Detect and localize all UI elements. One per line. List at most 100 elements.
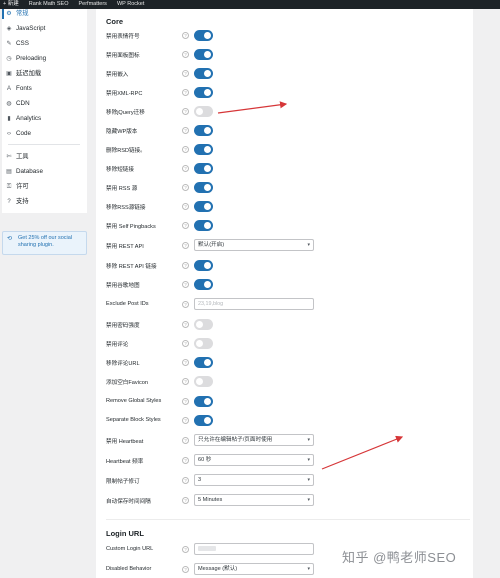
exclude-post-ids-input[interactable]: 23,19,blog <box>194 298 314 310</box>
sidebar-item-lazy-load[interactable]: ▣ 延迟加载 <box>2 67 87 81</box>
sidebar-item-label: Analytics <box>16 115 42 122</box>
disable-password-strength-toggle[interactable] <box>194 319 213 330</box>
sidebar-item-code[interactable]: ‹› Code <box>2 127 87 141</box>
help-icon[interactable]: ? <box>182 146 189 153</box>
remove-rss-feed-links-toggle[interactable] <box>194 201 213 212</box>
sidebar-divider <box>8 144 80 145</box>
help-icon[interactable]: ? <box>182 457 189 464</box>
setting-row: 禁用 RSS 源 ? <box>96 179 473 197</box>
help-icon[interactable]: ? <box>182 70 189 77</box>
setting-label: 禁用面板图标 <box>106 53 140 59</box>
remove-jquery-migrate-toggle[interactable] <box>194 106 213 117</box>
disable-rest-api-select[interactable]: 默认(开启) ▾ <box>194 239 314 251</box>
image-icon: ▣ <box>6 71 12 77</box>
setting-row: 禁用 Self Pingbacks ? <box>96 217 473 235</box>
disable-emojis-toggle[interactable] <box>194 30 213 41</box>
autosave-interval-select[interactable]: 5 Minutes ▾ <box>194 494 314 506</box>
setting-row: 禁用XML-RPC ? <box>96 84 473 102</box>
setting-label: Exclude Post IDs <box>106 301 149 307</box>
disable-heartbeat-select[interactable]: 只允许在编辑帖子/页面时使用 ▾ <box>194 434 314 446</box>
help-icon[interactable]: ? <box>182 165 189 172</box>
help-icon[interactable]: ? <box>182 262 189 269</box>
heartbeat-frequency-select[interactable]: 60 秒 ▾ <box>194 454 314 466</box>
help-icon[interactable]: ? <box>182 51 189 58</box>
setting-label: 移除短链接 <box>106 167 134 173</box>
disable-embeds-toggle[interactable] <box>194 68 213 79</box>
chevron-down-icon: ▾ <box>307 566 310 572</box>
setting-label: 删除RSD链接。 <box>106 148 146 154</box>
disable-rss-feeds-toggle[interactable] <box>194 182 213 193</box>
help-icon[interactable]: ? <box>182 108 189 115</box>
setting-label: 禁用 REST API <box>106 244 144 250</box>
help-icon[interactable]: ? <box>182 184 189 191</box>
select-value: 5 Minutes <box>198 497 223 503</box>
help-icon[interactable]: ? <box>182 546 189 553</box>
disable-comments-toggle[interactable] <box>194 338 213 349</box>
setting-label: Custom Login URL <box>106 546 154 552</box>
help-icon[interactable]: ? <box>182 359 189 366</box>
help-icon[interactable]: ? <box>182 301 189 308</box>
help-icon[interactable]: ? <box>182 242 189 249</box>
setting-row: 禁用评论 ? <box>96 335 473 353</box>
remove-rsd-link-toggle[interactable] <box>194 144 213 155</box>
setting-label: 禁用XML-RPC <box>106 91 143 97</box>
setting-row: 移除短链接 ? <box>96 160 473 178</box>
disable-google-maps-toggle[interactable] <box>194 279 213 290</box>
sidebar-item-preloading[interactable]: ◷ Preloading <box>2 52 87 66</box>
help-icon[interactable]: ? <box>182 340 189 347</box>
help-icon[interactable]: ? <box>182 281 189 288</box>
promo-banner[interactable]: ⟲ Get 25% off our social sharing plugin. <box>2 231 87 255</box>
disable-xmlrpc-toggle[interactable] <box>194 87 213 98</box>
help-icon[interactable]: ? <box>182 437 189 444</box>
remove-shortlink-toggle[interactable] <box>194 163 213 174</box>
setting-label: 自动保存时间间隔 <box>106 499 151 505</box>
select-value: 只允许在编辑帖子/页面时使用 <box>198 437 273 443</box>
disable-self-pingbacks-toggle[interactable] <box>194 220 213 231</box>
help-icon[interactable]: ? <box>182 127 189 134</box>
section-title-core: Core <box>106 17 124 26</box>
sidebar-item-javascript[interactable]: ◈ JavaScript <box>2 22 87 36</box>
help-icon[interactable]: ? <box>182 32 189 39</box>
disabled-behavior-select[interactable]: Message (默认) ▾ <box>194 563 314 575</box>
help-icon[interactable]: ? <box>182 89 189 96</box>
sidebar-item-css[interactable]: ✎ CSS <box>2 37 87 51</box>
help-icon[interactable]: ? <box>182 398 189 405</box>
admin-bar-wp-rocket[interactable]: WP Rocket <box>117 0 144 9</box>
help-icon[interactable]: ? <box>182 321 189 328</box>
setting-label: 禁用 RSS 源 <box>106 186 138 192</box>
remove-global-styles-toggle[interactable] <box>194 396 213 407</box>
help-icon[interactable]: ? <box>182 477 189 484</box>
remove-rest-api-links-toggle[interactable] <box>194 260 213 271</box>
add-blank-favicon-toggle[interactable] <box>194 376 213 387</box>
sidebar-item-cdn[interactable]: ◍ CDN <box>2 97 87 111</box>
sidebar-item-tools[interactable]: ✄ 工具 <box>2 150 87 164</box>
hide-wp-version-toggle[interactable] <box>194 125 213 136</box>
disable-dashicons-toggle[interactable] <box>194 49 213 60</box>
settings-panel: Core 禁用表情符号 ? 禁用面板图标 ? 禁用嵌入 ? 禁用XML-RPC … <box>96 9 473 578</box>
select-value: 3 <box>198 477 202 483</box>
sidebar-item-license[interactable]: ⚿ 许可 <box>2 180 87 194</box>
help-icon[interactable]: ? <box>182 203 189 210</box>
help-icon[interactable]: ? <box>182 497 189 504</box>
setting-row: 禁用密码强度 ? <box>96 316 473 334</box>
setting-label: 隐藏WP版本 <box>106 129 138 135</box>
sidebar-item-fonts[interactable]: A Fonts <box>2 82 87 96</box>
limit-post-revisions-select[interactable]: 3 ▾ <box>194 474 314 486</box>
remove-comment-urls-toggle[interactable] <box>194 357 213 368</box>
separate-block-styles-toggle[interactable] <box>194 415 213 426</box>
sidebar-item-general[interactable]: ⚙ 常规 <box>2 7 87 21</box>
custom-login-url-input[interactable] <box>194 543 314 555</box>
help-icon[interactable]: ? <box>182 378 189 385</box>
page-gutter <box>486 9 500 578</box>
sidebar-item-database[interactable]: ▤ Database <box>2 165 87 179</box>
help-icon[interactable]: ? <box>182 417 189 424</box>
help-icon: ? <box>7 199 11 205</box>
help-icon[interactable]: ? <box>182 222 189 229</box>
sidebar-item-support[interactable]: ? 支持 <box>2 195 87 209</box>
sidebar-item-label: JavaScript <box>16 25 46 32</box>
setting-label: 禁用谷歌地图 <box>106 283 140 289</box>
help-icon[interactable]: ? <box>182 566 189 573</box>
sidebar-item-analytics[interactable]: ▮ Analytics <box>2 112 87 126</box>
redacted-value <box>198 546 216 552</box>
sidebar-item-label: CSS <box>16 40 29 47</box>
